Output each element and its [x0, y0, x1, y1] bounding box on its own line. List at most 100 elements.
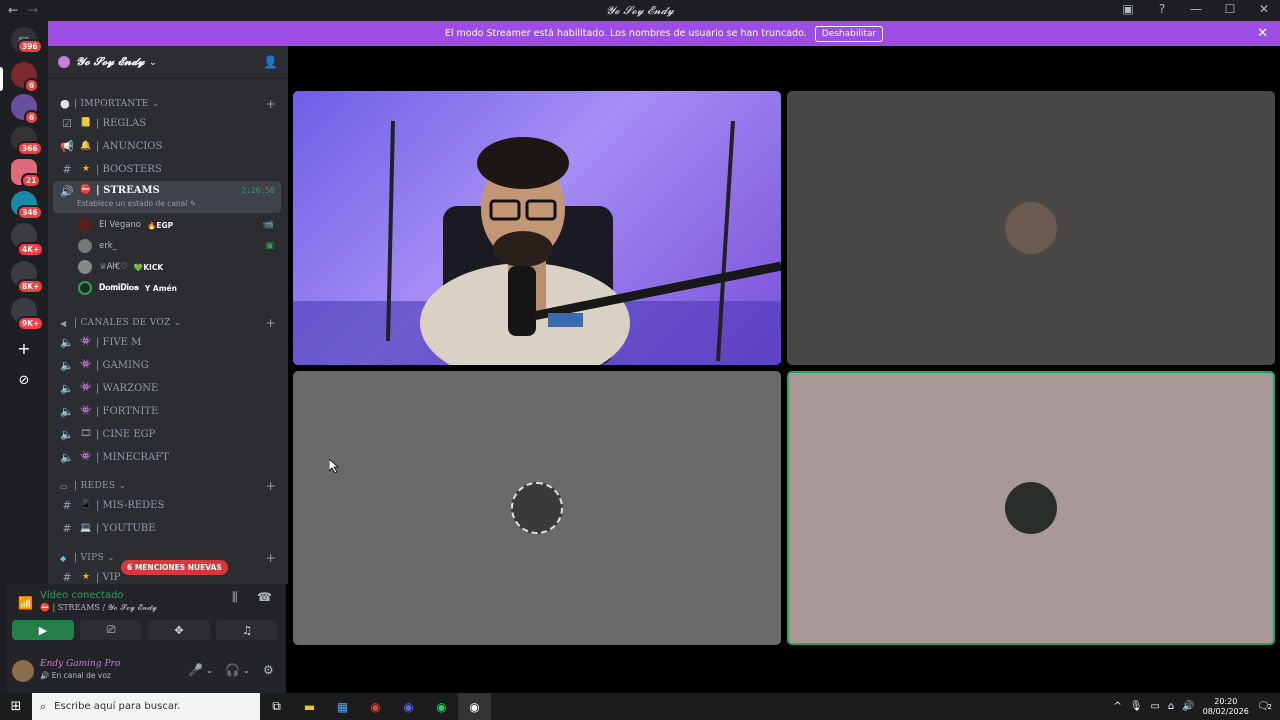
voice-user[interactable]: El Vegano 🔥EGP 📹: [78, 215, 278, 235]
gear-icon[interactable]: ⚙: [263, 663, 274, 677]
channel-cine[interactable]: 🔈 🎞 | CINE EGP: [53, 423, 281, 445]
chevron-up-icon[interactable]: ^: [1113, 701, 1121, 712]
spotify-icon[interactable]: ◉: [425, 693, 458, 720]
headphones-icon[interactable]: 🎧: [225, 663, 240, 677]
video-tile-streamer[interactable]: [293, 91, 781, 365]
activities-button[interactable]: ✥: [148, 620, 210, 640]
voice-user[interactable]: erk_ ▣: [78, 236, 278, 256]
minimize-button[interactable]: —: [1188, 2, 1204, 16]
obs-icon[interactable]: ◉: [458, 693, 491, 720]
avatar: [78, 260, 92, 274]
disable-button[interactable]: Deshabilitar: [814, 25, 884, 42]
close-window-button[interactable]: ✕: [1256, 2, 1272, 16]
user-status: 🔊 En canal de voz: [40, 671, 111, 680]
voice-status[interactable]: Vídeo conectado: [40, 590, 124, 601]
store-icon[interactable]: ▦: [326, 693, 359, 720]
category-voz[interactable]: ◀ | CANALES DE VOZ ⌄ +: [48, 315, 288, 331]
voice-user-tag: Y Amén: [144, 283, 177, 293]
add-channel-icon[interactable]: +: [266, 97, 276, 111]
voice-user-name: ♕Ał€♡: [99, 262, 128, 272]
speaker-icon: 🔈: [60, 450, 74, 464]
microphone-icon[interactable]: 🎤: [188, 663, 203, 677]
channel-fivem[interactable]: 🔈 👾 | FIVE M: [53, 331, 281, 353]
volume-icon[interactable]: 🔊: [1182, 701, 1194, 712]
windows-start-icon[interactable]: ⊞: [0, 693, 32, 720]
channel-misredes[interactable]: # 📱 | MIS-REDES: [53, 494, 281, 516]
channel-label: | MINECRAFT: [96, 451, 169, 463]
category-icon: ⚪: [60, 99, 71, 109]
channel-status-prompt[interactable]: Establece un estado de canal ✎: [77, 199, 196, 208]
voice-user[interactable]: 𝐃𝐨𝐦𝐢𝐃𝐢𝐨𝐬 Y Amén: [78, 278, 278, 298]
taskbar: ⊞ ⌕ Escribe aquí para buscar. ⧉ ▬ ▦ ◉ ◉ …: [0, 693, 1280, 720]
channel-label: | VIP: [96, 571, 121, 583]
signal-icon[interactable]: 📶: [18, 596, 33, 610]
mouse-cursor-icon: [329, 459, 339, 473]
voice-user-name: erk_: [99, 241, 117, 251]
invite-people-icon[interactable]: 👤: [263, 55, 278, 69]
video-camera-icon: 📹: [262, 220, 274, 230]
noise-suppression-icon[interactable]: ⫼: [232, 590, 238, 605]
voice-channel[interactable]: ⛔ | STREAMS / 𝓨𝓸 𝓢𝓸𝔂 𝓔𝓷𝓭𝔂: [40, 603, 157, 613]
chevron-down-icon: ⌄: [148, 56, 158, 68]
chevron-down-icon[interactable]: ⌄: [243, 666, 250, 675]
screen-share-button[interactable]: ⎚: [80, 620, 142, 640]
channel-boosters[interactable]: # ★ | BOOSTERS: [53, 158, 281, 180]
rules-icon: ☑: [62, 116, 72, 130]
channel-gaming[interactable]: 🔈 👾 | GAMING: [53, 354, 281, 376]
emoji-icon: 💻: [80, 523, 92, 533]
channel-minecraft[interactable]: 🔈 👾 | MINECRAFT: [53, 446, 281, 468]
soundboard-button[interactable]: ♫: [216, 620, 278, 640]
search-input[interactable]: ⌕ Escribe aquí para buscar.: [32, 693, 260, 720]
add-channel-icon[interactable]: +: [266, 551, 276, 565]
add-channel-icon[interactable]: +: [266, 316, 276, 330]
channel-label: | FIVE M: [96, 336, 142, 348]
task-view-icon[interactable]: ⧉: [260, 693, 293, 720]
server-header[interactable]: 𝓨𝓸 𝓢𝓸𝔂 𝓔𝓷𝓭𝔂 ⌄ 👤: [48, 46, 288, 79]
avatar: [78, 239, 92, 253]
channel-anuncios[interactable]: 📢 🔔 | ANUNCIOS: [53, 135, 281, 157]
explore-icon[interactable]: ⊘: [11, 367, 37, 393]
close-icon[interactable]: ✕: [1257, 26, 1268, 41]
banner-text: El modo Streamer está habilitado. Los no…: [444, 28, 807, 39]
chrome-icon[interactable]: ◉: [359, 693, 392, 720]
video-tile-speaking[interactable]: [787, 371, 1275, 645]
search-icon: ⌕: [40, 699, 47, 713]
channel-warzone[interactable]: 🔈 👾 | WARZONE: [53, 377, 281, 399]
display-icon[interactable]: ▭: [1150, 701, 1159, 712]
add-server-icon[interactable]: +: [11, 335, 37, 361]
new-mentions-pill[interactable]: 6 MENCIONES NUEVAS: [121, 560, 228, 575]
discord-app-icon[interactable]: ◉: [392, 693, 425, 720]
chevron-down-icon[interactable]: ⌄: [206, 666, 213, 675]
channel-fortnite[interactable]: 🔈 👾 | FORTNITE: [53, 400, 281, 422]
channel-reglas[interactable]: ☑ 📒 | REGLAS: [53, 112, 281, 134]
disconnect-icon[interactable]: ☎: [257, 590, 272, 604]
username[interactable]: Endy Gaming Pro: [40, 659, 120, 669]
channel-label: | ANUNCIOS: [96, 140, 163, 152]
voice-user[interactable]: ♕Ał€♡ 💚KICK: [78, 257, 278, 277]
camera-button[interactable]: ▶: [12, 620, 74, 640]
network-icon[interactable]: ⌂: [1168, 701, 1174, 712]
category-importante[interactable]: ⚪ | IMPORTANTE ⌄ +: [48, 96, 288, 112]
channel-streams[interactable]: 🔊 ⛔ | STREAMS 2:26:58 Establece un estado …: [53, 181, 281, 213]
avatar: [78, 218, 92, 232]
search-placeholder: Escribe aquí para buscar.: [54, 701, 181, 712]
emoji-icon: 👾: [80, 383, 92, 393]
emoji-icon: 📱: [80, 500, 92, 510]
avatar[interactable]: [12, 660, 34, 682]
category-label: | CANALES DE VOZ ⌄: [74, 318, 182, 328]
channel-youtube[interactable]: # 💻 | YOUTUBE: [53, 517, 281, 539]
title-bar: ← → 𝓨𝓸 𝓢𝓸𝔂 𝓔𝓷𝓭𝔂 ▣ ? — ☐ ✕: [0, 0, 1280, 21]
file-explorer-icon[interactable]: ▬: [293, 693, 326, 720]
video-tile-user[interactable]: [787, 91, 1275, 365]
inbox-icon[interactable]: ▣: [1120, 2, 1136, 16]
clock[interactable]: 20:20 08/02/2026: [1203, 697, 1249, 717]
maximize-button[interactable]: ☐: [1222, 2, 1238, 16]
category-redes[interactable]: ▭ | REDES ⌄ +: [48, 478, 288, 494]
emoji-icon: 🔔: [80, 141, 92, 151]
video-tile-user[interactable]: [293, 371, 781, 645]
add-channel-icon[interactable]: +: [266, 479, 276, 493]
help-icon[interactable]: ?: [1154, 2, 1170, 16]
system-tray: ^ 🎙 ▭ ⌂ 🔊 20:20 08/02/2026 🗨 2: [1113, 693, 1280, 720]
microphone-icon[interactable]: 🎙: [1130, 701, 1143, 712]
speaker-icon: 🔈: [60, 404, 74, 418]
